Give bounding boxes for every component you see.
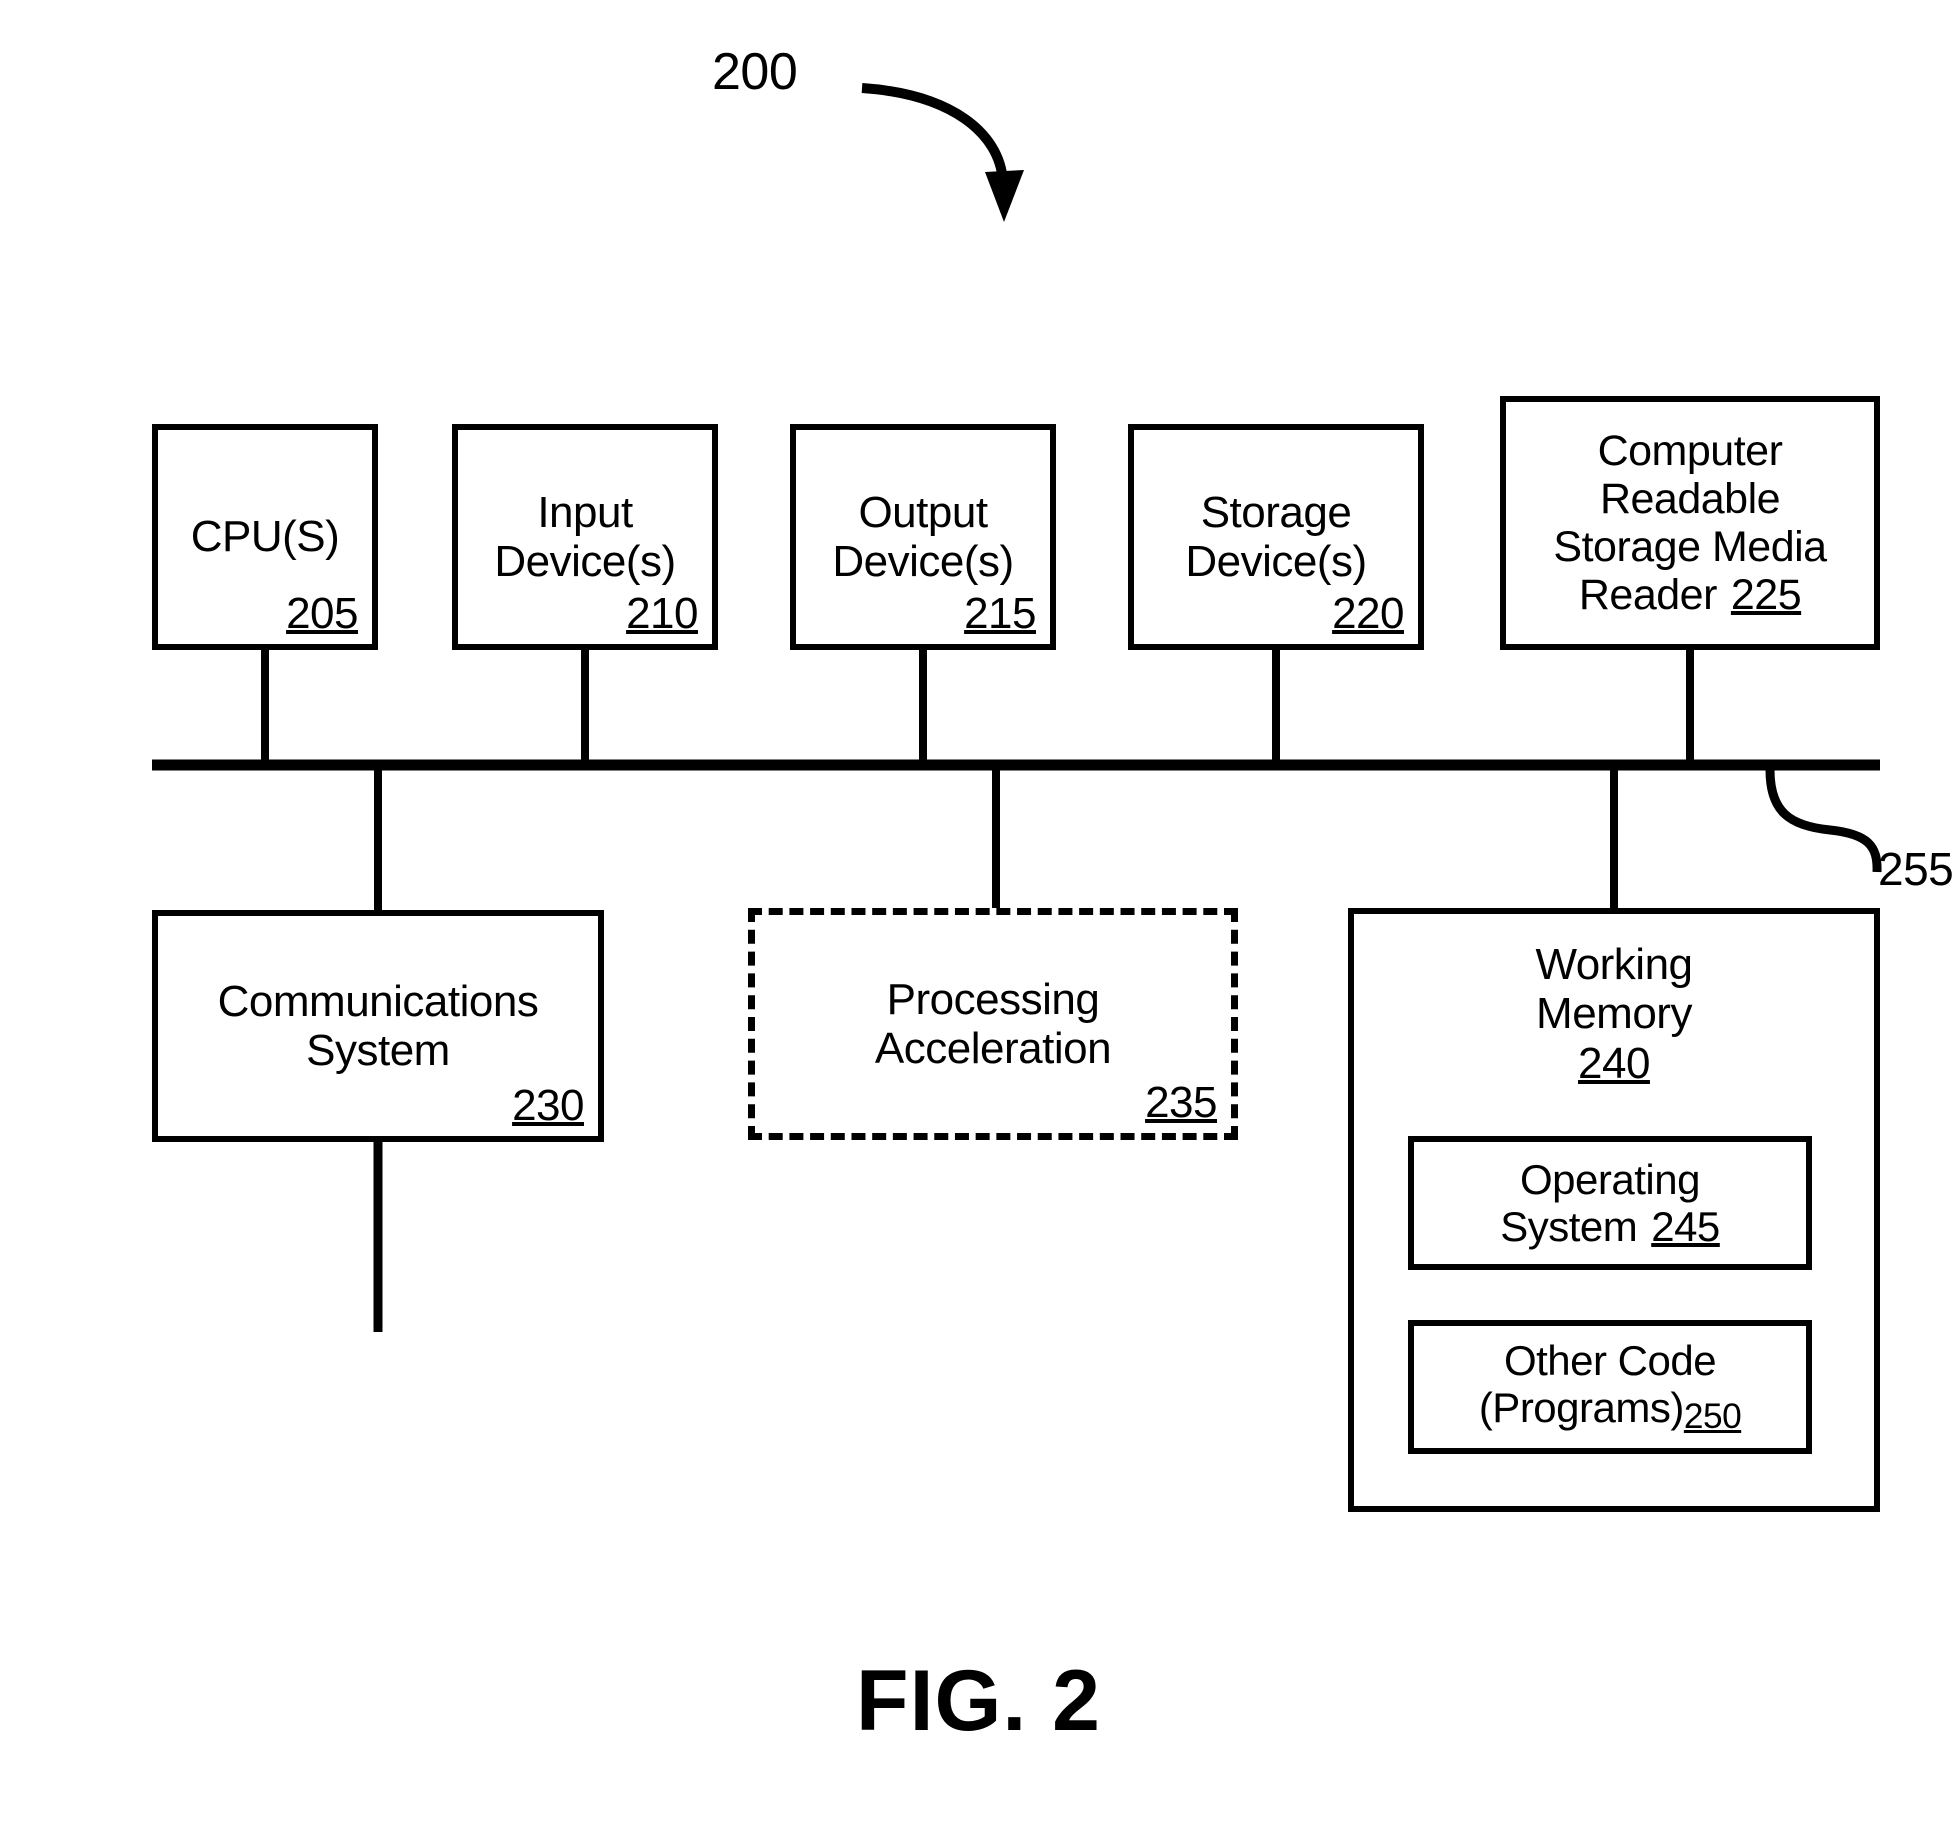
block-processing-acceleration-line-2: Acceleration bbox=[874, 1024, 1112, 1073]
system-reference-label: 200 bbox=[712, 43, 798, 101]
block-input-devices: Input Device(s) 210 bbox=[452, 424, 718, 650]
block-storage-devices-line-2: Device(s) bbox=[1185, 537, 1367, 586]
block-computer-readable-storage-media-reader: Computer Readable Storage Media Reader 22… bbox=[1500, 396, 1880, 650]
block-output-devices-line-1: Output bbox=[858, 487, 988, 537]
figure-caption: FIG. 2 bbox=[856, 1653, 1101, 1749]
block-storage-devices: Storage Device(s) 220 bbox=[1128, 424, 1424, 650]
block-cpu-line-1: CPU(S) bbox=[190, 512, 340, 562]
bus-reference-label: 255 bbox=[1878, 843, 1954, 895]
block-communications-system-refnum: 230 bbox=[512, 1080, 584, 1130]
block-operating-system-refnum: 245 bbox=[1651, 1203, 1720, 1250]
block-operating-system-line-2: System 245 bbox=[1500, 1203, 1720, 1250]
block-working-memory-line-1: Working bbox=[1535, 940, 1693, 989]
patent-figure-2: 200 CPU(S) 205 Input Device(s) 210 Outpu… bbox=[0, 0, 1957, 1844]
block-working-memory-line-2: Memory bbox=[1536, 989, 1692, 1039]
block-cpu: CPU(S) 205 bbox=[152, 424, 378, 650]
block-input-devices-line-2: Device(s) bbox=[494, 537, 676, 586]
block-reader-line-3: Storage Media bbox=[1553, 523, 1827, 571]
block-output-devices: Output Device(s) 215 bbox=[790, 424, 1056, 650]
bus-leader-255 bbox=[1765, 769, 1882, 873]
block-output-devices-line-2: Device(s) bbox=[832, 537, 1014, 586]
block-processing-acceleration-line-1: Processing bbox=[886, 974, 1100, 1024]
block-operating-system-line-1: Operating bbox=[1520, 1155, 1700, 1203]
block-communications-system-line-2: System bbox=[306, 1026, 450, 1075]
block-input-devices-refnum: 210 bbox=[626, 588, 698, 638]
block-reader-refnum: 225 bbox=[1730, 571, 1802, 620]
block-processing-acceleration: Processing Acceleration 235 bbox=[748, 908, 1238, 1140]
block-processing-acceleration-refnum: 235 bbox=[1145, 1077, 1217, 1127]
block-working-memory-refnum: 240 bbox=[1578, 1038, 1650, 1088]
block-input-devices-line-1: Input bbox=[537, 487, 633, 537]
block-reader-line-4-text: Reader bbox=[1578, 571, 1718, 620]
block-other-code-line-2-text: (Programs) bbox=[1478, 1384, 1685, 1432]
block-operating-system: Operating System 245 bbox=[1408, 1136, 1812, 1270]
block-reader-line-4: Reader 225 bbox=[1578, 571, 1802, 620]
block-other-code-line-2: (Programs)250 bbox=[1478, 1384, 1742, 1437]
block-other-code-line-1: Other Code bbox=[1503, 1337, 1717, 1385]
block-operating-system-line-2-text: System bbox=[1500, 1203, 1638, 1250]
block-other-code-refnum: 250 bbox=[1683, 1397, 1742, 1437]
block-reader-line-2: Readable bbox=[1599, 474, 1781, 523]
system-label-arrow-head bbox=[985, 170, 1024, 222]
block-storage-devices-line-1: Storage bbox=[1200, 487, 1352, 537]
block-reader-line-1: Computer bbox=[1597, 426, 1783, 475]
block-cpu-refnum: 205 bbox=[286, 588, 358, 638]
block-other-code-programs: Other Code (Programs)250 bbox=[1408, 1320, 1812, 1454]
block-communications-system-line-1: Communications bbox=[217, 976, 539, 1026]
block-communications-system: Communications System 230 bbox=[152, 910, 604, 1142]
block-storage-devices-refnum: 220 bbox=[1332, 588, 1404, 638]
block-output-devices-refnum: 215 bbox=[964, 588, 1036, 638]
system-label-arrow-curve bbox=[861, 83, 1008, 183]
